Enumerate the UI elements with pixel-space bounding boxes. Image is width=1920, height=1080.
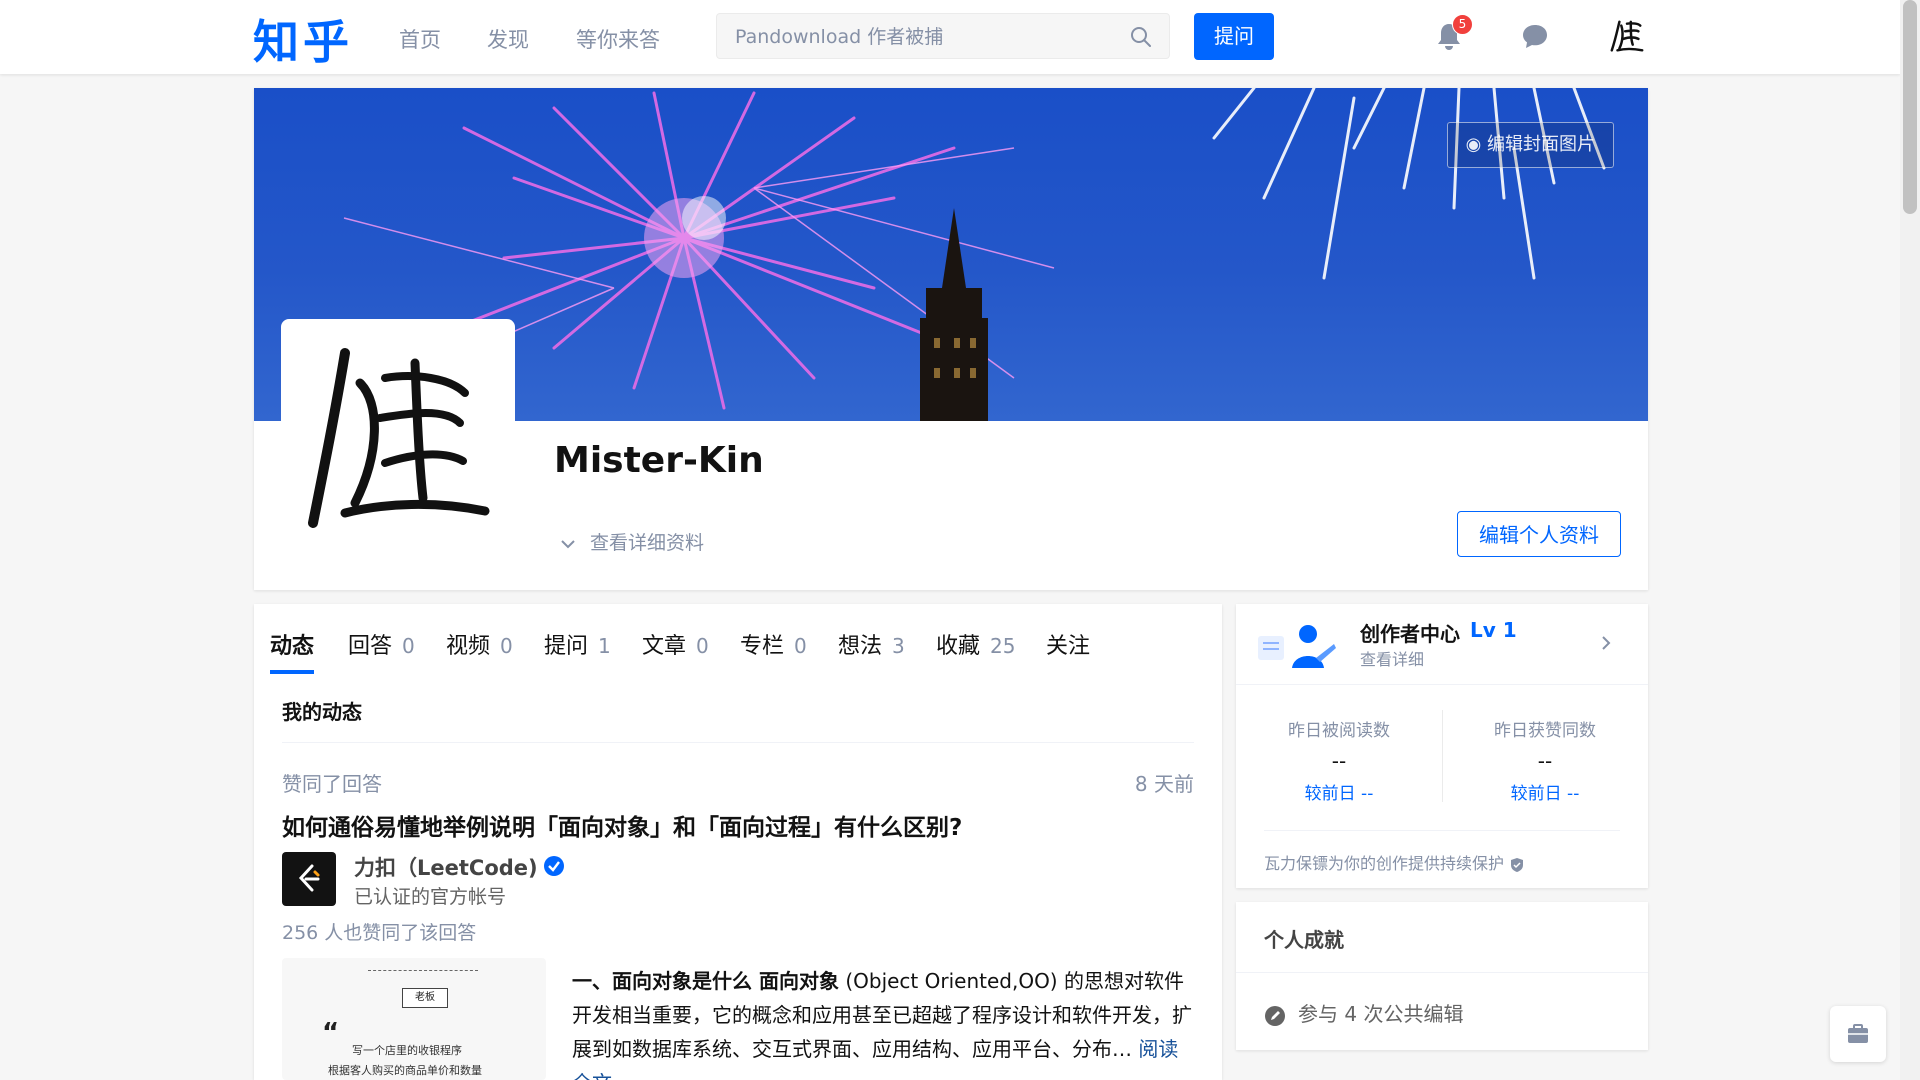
notification-count-badge: 5 <box>1452 14 1473 35</box>
stat-value: -- <box>1537 749 1553 773</box>
tab-count: 0 <box>696 634 709 658</box>
profile-header-card: ◉ 编辑封面图片 Mister-Kin 查看详细资料 编辑个人资料 <box>254 88 1648 590</box>
top-navigation-bar: 知乎 首页 发现 等你来答 提问 5 <box>0 0 1900 74</box>
thumbnail-text: 根据客人购买的商品单价和数量 <box>328 1064 482 1077</box>
tab-label: 关注 <box>1046 634 1091 659</box>
scrollbar-thumb[interactable] <box>1903 0 1917 214</box>
achievements-card: 个人成就 参与 4 次公共编辑 <box>1236 902 1648 1050</box>
answer-excerpt[interactable]: 一、面向对象是什么 面向对象 (Object Oriented,OO) 的思想对… <box>572 964 1198 1080</box>
camera-icon: ◉ <box>1465 134 1487 155</box>
shield-icon <box>1511 857 1524 872</box>
tab-thoughts[interactable]: 想法 3 <box>838 628 905 660</box>
profile-main-content: 动态 回答 0 视频 0 提问 1 文章 0 专栏 0 想法 3 收藏 25 关注 我的动态 … <box>254 604 1222 1080</box>
edit-profile-button[interactable]: 编辑个人资料 <box>1457 511 1621 557</box>
tab-label: 回答 <box>348 634 393 659</box>
profile-tabs: 动态 回答 0 视频 0 提问 1 文章 0 专栏 0 想法 3 收藏 25 关注 <box>270 604 1210 676</box>
achievements-title: 个人成就 <box>1264 928 1344 952</box>
author-avatar[interactable] <box>282 852 336 906</box>
thumbnail-label: 老板 <box>402 988 448 1008</box>
creator-center-card: 创作者中心 Lv 1 查看详细 昨日被阅读数 -- 较前日 -- 昨日获赞同数 … <box>1236 604 1648 888</box>
creator-view-details[interactable]: 查看详细 <box>1360 646 1424 670</box>
calligraphy-avatar-image <box>308 348 490 528</box>
view-details-toggle[interactable]: 查看详细资料 <box>560 528 704 555</box>
tab-answers[interactable]: 回答 0 <box>348 628 415 660</box>
stat-yesterday-reads: 昨日被阅读数 -- 较前日 -- <box>1236 716 1442 804</box>
tab-label: 视频 <box>446 634 491 659</box>
stat-yesterday-likes: 昨日获赞同数 -- 较前日 -- <box>1442 716 1648 804</box>
stat-value: -- <box>1331 749 1347 773</box>
tab-label: 专栏 <box>740 634 785 659</box>
activity-time: 8 天前 <box>1134 772 1194 796</box>
stat-label: 昨日获赞同数 <box>1494 721 1596 741</box>
tab-columns[interactable]: 专栏 0 <box>740 628 807 660</box>
tab-collections[interactable]: 收藏 25 <box>936 628 1015 660</box>
view-details-label: 查看详细资料 <box>590 532 705 554</box>
section-title: 我的动态 <box>282 700 362 724</box>
tab-label: 想法 <box>838 634 883 659</box>
search-box <box>716 13 1170 59</box>
ask-question-button[interactable]: 提问 <box>1194 13 1274 60</box>
profile-username: Mister-Kin <box>554 440 764 481</box>
protection-note[interactable]: 瓦力保镖为你的创作提供持续保护 <box>1264 850 1524 874</box>
tab-label: 文章 <box>642 634 687 659</box>
tab-questions[interactable]: 提问 1 <box>544 628 611 660</box>
floating-toolbox-button[interactable] <box>1830 1006 1886 1062</box>
tab-articles[interactable]: 文章 0 <box>642 628 709 660</box>
messages-icon[interactable] <box>1520 22 1550 52</box>
tab-count: 1 <box>598 634 611 658</box>
stat-label: 昨日被阅读数 <box>1288 721 1390 741</box>
edit-cover-button[interactable]: ◉ 编辑封面图片 <box>1446 122 1614 168</box>
tab-count: 0 <box>500 634 513 658</box>
answer-thumbnail[interactable]: 老板 “ 写一个店里的收银程序 根据客人购买的商品单价和数量 <box>282 958 546 1080</box>
divider <box>1264 830 1620 831</box>
tab-label: 动态 <box>270 634 315 659</box>
creator-illustration-icon <box>1258 625 1336 668</box>
tab-following[interactable]: 关注 <box>1046 628 1090 660</box>
thumbnail-line <box>368 958 478 971</box>
creator-level-badge: Lv 1 <box>1470 618 1517 642</box>
excerpt-heading: 一、面向对象是什么 面向对象 <box>572 969 839 993</box>
stat-compare: 较前日 -- <box>1510 784 1580 804</box>
tab-count: 25 <box>990 634 1016 658</box>
protection-text: 瓦力保镖为你的创作提供持续保护 <box>1264 854 1505 873</box>
nav-home[interactable]: 首页 <box>399 24 441 54</box>
thumbnail-text: 写一个店里的收银程序 <box>352 1044 462 1057</box>
divider <box>1236 684 1648 685</box>
divider <box>1236 972 1648 973</box>
author-description: 已认证的官方帐号 <box>354 886 507 908</box>
question-title-link[interactable]: 如何通俗易懂地举例说明「面向对象」和「面向过程」有什么区别? <box>282 808 962 842</box>
zhihu-logo[interactable]: 知乎 <box>253 6 353 72</box>
chevron-right-icon[interactable] <box>1600 634 1612 652</box>
achievement-text: 参与 4 次公共编辑 <box>1298 1002 1464 1026</box>
activity-action: 赞同了回答 <box>282 772 382 796</box>
divider <box>282 742 1194 743</box>
chevron-down-icon <box>561 539 575 548</box>
creator-center-title[interactable]: 创作者中心 <box>1360 618 1460 647</box>
user-avatar[interactable] <box>281 319 515 553</box>
tab-count: 3 <box>892 634 905 658</box>
tab-label: 收藏 <box>936 634 981 659</box>
nav-waiting-answers[interactable]: 等你来答 <box>576 24 660 54</box>
page-scrollbar[interactable] <box>1900 0 1920 1080</box>
tab-videos[interactable]: 视频 0 <box>446 628 513 660</box>
stat-compare: 较前日 -- <box>1304 784 1374 804</box>
thumbnail-quote-mark: “ <box>322 1018 340 1048</box>
leetcode-logo-icon <box>298 864 320 892</box>
user-avatar-small[interactable] <box>1608 18 1646 56</box>
tab-count: 0 <box>402 634 415 658</box>
search-input[interactable] <box>733 22 1117 52</box>
achievement-public-edits: 参与 4 次公共编辑 <box>1264 998 1463 1027</box>
author-name-link[interactable]: 力扣（LeetCode) <box>354 852 538 882</box>
verified-badge-icon <box>544 856 564 876</box>
search-icon[interactable] <box>1129 25 1153 49</box>
edit-pen-icon <box>1265 1005 1285 1026</box>
edit-cover-label: 编辑封面图片 <box>1487 134 1595 155</box>
likes-count: 256 人也赞同了该回答 <box>282 922 477 944</box>
nav-discover[interactable]: 发现 <box>487 24 529 54</box>
tab-activity[interactable]: 动态 <box>270 628 314 660</box>
tab-count: 0 <box>794 634 807 658</box>
active-tab-indicator <box>270 670 314 674</box>
tab-label: 提问 <box>544 634 589 659</box>
toolbox-icon <box>1848 1024 1868 1043</box>
